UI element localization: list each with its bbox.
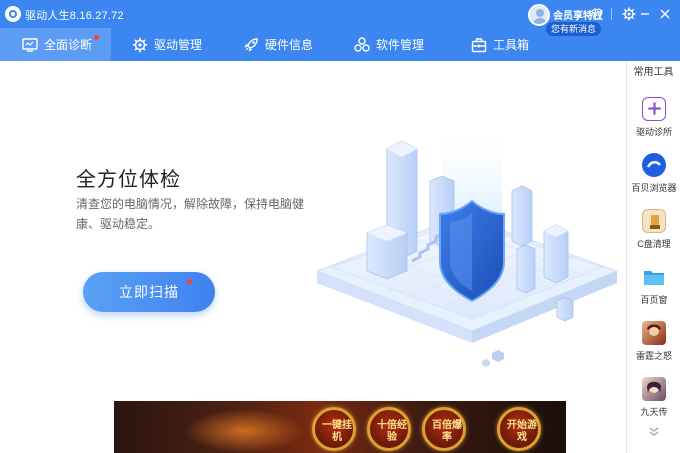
rocket-icon bbox=[243, 37, 259, 53]
game-avatar-icon bbox=[642, 321, 666, 345]
app-title: 驱动人生8.16.27.72 bbox=[25, 10, 124, 22]
new-message-badge[interactable]: 您有新消息 bbox=[546, 22, 602, 36]
shield-illustration bbox=[315, 121, 619, 367]
ad-medal-text: 十倍经验 bbox=[377, 420, 407, 443]
minimize-button[interactable] bbox=[636, 5, 654, 23]
skin-icon[interactable] bbox=[588, 5, 606, 23]
browser-icon bbox=[642, 153, 666, 177]
tab-label: 全面诊断 bbox=[44, 38, 93, 52]
tools-sidebar: 常用工具 驱动诊所 百贝浏览器 C盘清理 百页窗 雷霆之怒 九天传 bbox=[626, 61, 680, 453]
tab-software-management[interactable]: 软件管理 bbox=[354, 28, 424, 61]
tool-baibei-browser[interactable]: 百贝浏览器 bbox=[627, 153, 680, 194]
tab-hardware-info[interactable]: 硬件信息 bbox=[243, 28, 313, 61]
tool-driver-clinic[interactable]: 驱动诊所 bbox=[627, 97, 680, 138]
app-logo-icon bbox=[5, 6, 21, 22]
ad-medal-text: 开始游戏 bbox=[507, 420, 537, 443]
tab-driver-management[interactable]: 驱动管理 bbox=[132, 28, 202, 61]
scan-now-button[interactable]: 立即扫描 bbox=[83, 272, 215, 312]
ad-medal-auto-play[interactable]: 一键挂机 bbox=[312, 407, 356, 451]
ad-medal-exp[interactable]: 十倍经验 bbox=[367, 407, 411, 451]
tool-label: 九天传 bbox=[640, 407, 668, 417]
sidebar-title: 常用工具 bbox=[633, 67, 674, 78]
software-apps-icon bbox=[354, 36, 370, 53]
folder-icon bbox=[642, 265, 666, 289]
tool-label: 雷霆之怒 bbox=[635, 351, 672, 361]
title-separator bbox=[611, 8, 612, 20]
tab-full-diagnosis[interactable]: 全面诊断 bbox=[0, 28, 111, 61]
ad-artwork bbox=[184, 409, 304, 453]
tab-label: 软件管理 bbox=[376, 38, 425, 52]
ad-medal-text: 百倍爆率 bbox=[432, 420, 462, 443]
tab-label: 驱动管理 bbox=[154, 38, 203, 52]
tool-baiye-window[interactable]: 百页窗 bbox=[627, 265, 680, 306]
main-panel: 全方位体检 清查您的电脑情况，解除故障，保持电脑健康、驱动稳定。 立即扫描 一键… bbox=[0, 61, 626, 453]
page-description: 清查您的电脑情况，解除故障，保持电脑健康、驱动稳定。 bbox=[76, 197, 305, 231]
tool-label: 百贝浏览器 bbox=[631, 183, 677, 193]
close-button[interactable] bbox=[656, 5, 674, 23]
ad-medal-start[interactable]: 开始游戏 bbox=[497, 407, 541, 451]
tool-label: 百页窗 bbox=[640, 295, 668, 305]
tab-toolbox[interactable]: 工具箱 bbox=[471, 28, 529, 61]
game-ad-banner[interactable]: 一键挂机 十倍经验 百倍爆率 开始游戏 bbox=[114, 401, 566, 453]
ad-medal-text: 一键挂机 bbox=[322, 420, 352, 443]
diagnosis-icon bbox=[642, 97, 666, 121]
tab-label: 工具箱 bbox=[493, 38, 530, 52]
scan-notice-dot bbox=[187, 279, 192, 284]
monitor-icon bbox=[22, 37, 38, 53]
ad-medal-drop[interactable]: 百倍爆率 bbox=[422, 407, 466, 451]
toolbox-icon bbox=[471, 37, 487, 53]
page-title: 全方位体检 bbox=[76, 169, 181, 191]
disk-clean-icon bbox=[642, 209, 666, 233]
tool-game-jiutian[interactable]: 九天传 bbox=[627, 377, 680, 418]
gear-icon bbox=[132, 37, 148, 53]
tab-label: 硬件信息 bbox=[265, 38, 314, 52]
game-avatar-icon bbox=[642, 377, 666, 401]
tool-c-drive-clean[interactable]: C盘清理 bbox=[627, 209, 680, 250]
tool-game-leiting[interactable]: 雷霆之怒 bbox=[627, 321, 680, 362]
chevron-down-icon[interactable] bbox=[647, 425, 661, 439]
user-avatar[interactable] bbox=[528, 4, 550, 26]
tool-label: C盘清理 bbox=[637, 239, 671, 249]
tool-label: 驱动诊所 bbox=[635, 127, 672, 137]
tab-notice-dot bbox=[94, 35, 99, 40]
